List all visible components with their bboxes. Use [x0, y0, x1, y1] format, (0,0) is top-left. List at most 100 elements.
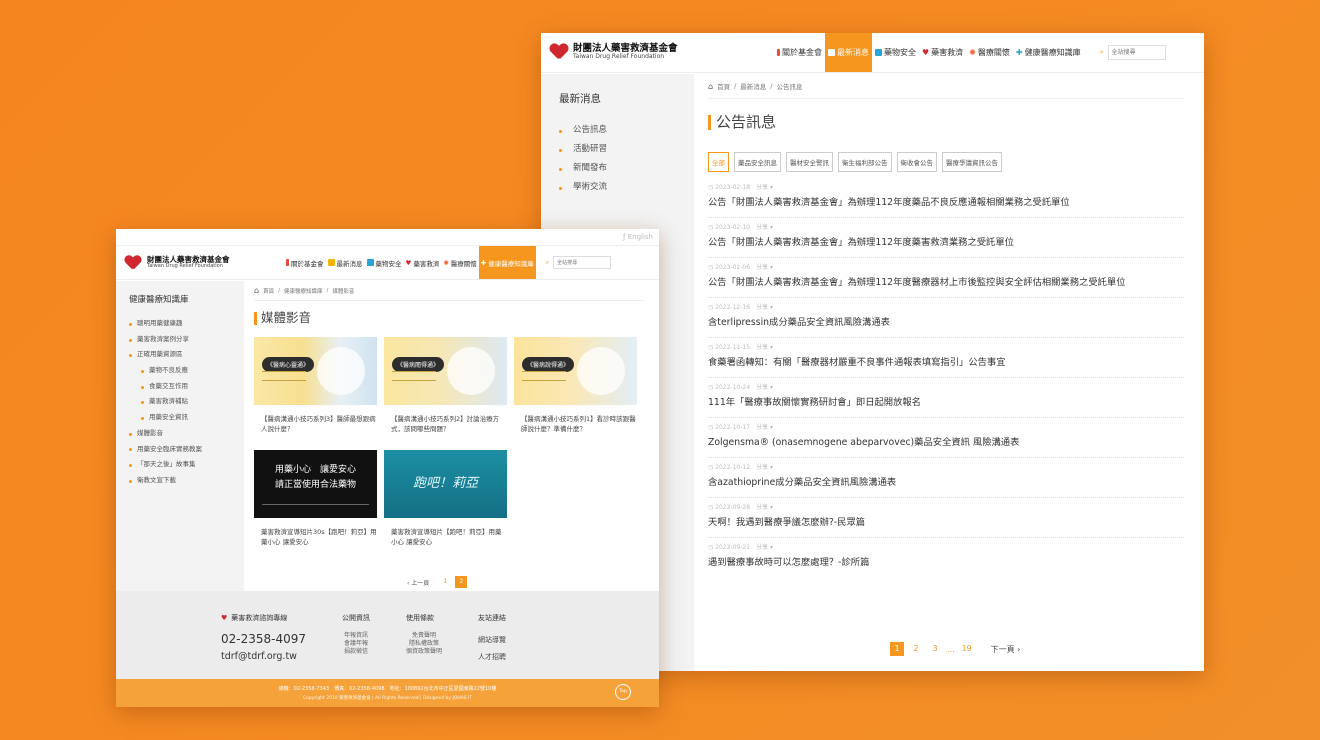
sidebar-item-academic[interactable]: 學術交流 — [559, 178, 694, 197]
share-label[interactable]: 分享 — [756, 304, 768, 311]
back-to-top-button[interactable]: Top — [615, 684, 631, 700]
share-label[interactable]: 分享 — [756, 184, 768, 191]
sidebar-item[interactable]: 正確用藥資源區 — [129, 347, 244, 363]
sidebar-item[interactable]: 聰明用藥健康趣 — [129, 316, 244, 332]
sidebar-item[interactable]: 用藥安全臨床實務教案 — [129, 442, 244, 458]
filter-device-alert[interactable]: 醫材安全警訊 — [786, 152, 833, 172]
filter-mohw[interactable]: 衛生福利部公告 — [838, 152, 892, 172]
video-thumbnail[interactable]: 用藥小心 讓愛安心 請正當使用合法藥物 — [254, 449, 377, 518]
pagination: 1 2 3 ... 19 下一頁 › — [890, 642, 1020, 656]
footer-link[interactable]: 捐款徵信 — [342, 648, 370, 656]
video-thumbnail[interactable]: 《醫病閱得通》 — [384, 336, 507, 405]
sidebar-item-press[interactable]: 新聞發布 — [559, 159, 694, 178]
video-card[interactable]: 跑吧！莉亞 藥害救濟宣導短片【跑吧！莉亞】用藥小心 讓愛安心 — [384, 449, 507, 547]
video-title[interactable]: 【醫病溝通小技巧系列3】醫師最想跟病人說什麼？ — [254, 414, 377, 434]
nav-knowledge-base[interactable]: ✚ 健康醫療知識庫 — [1013, 33, 1084, 72]
share-label[interactable]: 分享 — [756, 464, 768, 471]
site-logo[interactable]: 財團法人藥害救濟基金會 Taiwan Drug Relief Foundation — [550, 44, 774, 60]
nav-medical-care[interactable]: ✺ 醫療關懷 — [966, 33, 1013, 72]
footer-link[interactable]: 人才招聘 — [478, 649, 506, 666]
footer-link[interactable]: 網站導覽 — [478, 632, 506, 649]
filter-all[interactable]: 全部 — [708, 152, 729, 172]
footer-link[interactable]: 年報資訊 — [342, 632, 370, 640]
sidebar-subitem[interactable]: 藥害救濟補貼 — [141, 394, 244, 410]
footer-link[interactable]: 免責聲明 — [406, 632, 442, 640]
page-1[interactable]: 1 — [439, 576, 451, 588]
filter-dispute[interactable]: 醫療爭議資訊公告 — [942, 152, 1002, 172]
nav-knowledge-base[interactable]: ✚ 健康醫療知識庫 — [478, 246, 536, 279]
video-thumbnail[interactable]: 《醫病心靈通》 — [254, 336, 377, 405]
site-logo[interactable]: 財團法人藥害救濟基金會 Taiwan Drug Relief Foundation — [124, 255, 284, 271]
video-title[interactable]: 【醫病溝通小技巧系列1】看診時該跟醫師說什麼？準備什麼？ — [514, 414, 637, 434]
nav-drug-relief[interactable]: ♥ 藥害救濟 — [919, 33, 966, 72]
sidebar-item-workshops[interactable]: 活動研習 — [559, 140, 694, 159]
sidebar-subitem[interactable]: 食藥交互作用 — [141, 379, 244, 395]
news-item[interactable]: ◷ 2023-02-10 分享 ▾ 公告「財團法人藥害救濟基金會」為辦理112年度… — [708, 218, 1184, 258]
home-icon[interactable]: ⌂ — [708, 82, 713, 91]
video-title[interactable]: 藥害救濟宣導短片30s【跑吧！莉亞】用藥小心 讓愛安心 — [254, 527, 377, 547]
nav-drug-safety[interactable]: 藥物安全 — [872, 33, 919, 72]
filter-committee[interactable]: 衛收會公告 — [896, 152, 937, 172]
filter-drug-safety[interactable]: 藥品安全訊息 — [734, 152, 781, 172]
footer-link[interactable]: 會議年報 — [342, 640, 370, 648]
sidebar-item[interactable]: 藥害救濟案例分享 — [129, 332, 244, 348]
page-1[interactable]: 1 — [890, 642, 904, 656]
news-item[interactable]: ◷ 2022-09-21 分享 ▾ 遇到醫療事故時可以怎麼處理？-診所篇 — [708, 538, 1184, 577]
video-title[interactable]: 【醫病溝通小技巧系列2】討論治療方式，該問哪些問題？ — [384, 414, 507, 434]
video-thumbnail[interactable]: 《醫病說得通》 — [514, 336, 637, 405]
search-input[interactable] — [1107, 45, 1166, 60]
share-label[interactable]: 分享 — [756, 344, 768, 351]
video-thumbnail[interactable]: 跑吧！莉亞 — [384, 449, 507, 518]
hotline-phone[interactable]: 02-2358-4097 — [221, 632, 306, 646]
nav-medical-care[interactable]: ✺ 醫療關懷 — [441, 246, 478, 279]
share-label[interactable]: 分享 — [756, 384, 768, 391]
search-icon[interactable]: ⌕ — [1100, 48, 1104, 57]
language-switch[interactable]: English — [628, 233, 653, 241]
search-input[interactable] — [553, 256, 612, 269]
sidebar-subitem[interactable]: 藥物不良反應 — [141, 363, 244, 379]
next-page-button[interactable]: 下一頁 › — [991, 644, 1021, 655]
page-2[interactable]: 2 — [909, 642, 923, 656]
news-item[interactable]: ◷ 2022-12-16 分享 ▾ 含terlipressin成分藥品安全資訊風險… — [708, 298, 1184, 338]
nav-about[interactable]: 關於基金會 — [774, 33, 825, 72]
sidebar-item[interactable]: 衛教文宣下載 — [129, 473, 244, 489]
footer-link[interactable]: 隱私權政策 — [406, 640, 442, 648]
footer-link[interactable]: 個資政策聲明 — [406, 648, 442, 656]
page-3[interactable]: 3 — [928, 642, 942, 656]
sidebar-item[interactable]: 「那天之後」故事集 — [129, 457, 244, 473]
video-card[interactable]: 《醫病說得通》 【醫病溝通小技巧系列1】看診時該跟醫師說什麼？準備什麼？ — [514, 336, 637, 434]
video-title[interactable]: 藥害救濟宣導短片【跑吧！莉亞】用藥小心 讓愛安心 — [384, 527, 507, 547]
news-item[interactable]: ◷ 2022-11-15 分享 ▾ 食藥署函轉知：有關「醫療器材嚴重不良事件通報表… — [708, 338, 1184, 378]
prev-page-button[interactable]: ‹ 上一頁 — [407, 578, 429, 587]
news-item[interactable]: ◷ 2022-10-24 分享 ▾ 111年「醫療事故關懷實務研討會」即日起開放報… — [708, 378, 1184, 418]
news-item[interactable]: ◷ 2022-09-28 分享 ▾ 天啊！我遇到醫療爭議怎麼辦?-民眾篇 — [708, 498, 1184, 538]
share-label[interactable]: 分享 — [756, 504, 768, 511]
share-label[interactable]: 分享 — [756, 424, 768, 431]
clock-icon: ◷ — [708, 264, 714, 271]
search-icon[interactable]: ⌕ — [546, 259, 549, 267]
sidebar-subitem[interactable]: 用藥安全資訊 — [141, 410, 244, 426]
main-nav: 關於基金會 最新消息 藥物安全 ♥ 藥害救濟 ✺ 醫療關懷 ✚ 健康醫療知識庫 — [774, 33, 1084, 72]
news-item[interactable]: ◷ 2022-10-17 分享 ▾ Zolgensma® (onasemnogen… — [708, 418, 1184, 458]
nav-news[interactable]: 最新消息 — [825, 33, 872, 72]
share-label[interactable]: 分享 — [756, 544, 768, 551]
video-card[interactable]: 《醫病心靈通》 【醫病溝通小技巧系列3】醫師最想跟病人說什麼？ — [254, 336, 377, 434]
sidebar-item[interactable]: 媒體影音 — [129, 426, 244, 442]
video-card[interactable]: 《醫病閱得通》 【醫病溝通小技巧系列2】討論治療方式，該問哪些問題？ — [384, 336, 507, 434]
news-item[interactable]: ◷ 2023-02-18 分享 ▾ 公告「財團法人藥害救濟基金會」為辦理112年度… — [708, 178, 1184, 218]
news-item[interactable]: ◷ 2023-02-06 分享 ▾ 公告「財團法人藥害救濟基金會」為辦理112年度… — [708, 258, 1184, 298]
share-label[interactable]: 分享 — [756, 264, 768, 271]
nav-about[interactable]: 關於基金會 — [284, 246, 326, 279]
site-footer: ♥ 藥害救濟諮詢專線 02-2358-4097 tdrf@tdrf.org.tw … — [116, 591, 659, 679]
video-card[interactable]: 用藥小心 讓愛安心 請正當使用合法藥物 藥害救濟宣導短片30s【跑吧！莉亞】用藥小… — [254, 449, 377, 547]
news-item[interactable]: ◷ 2022-10-12 分享 ▾ 含azathioprine成分藥品安全資訊風險… — [708, 458, 1184, 498]
page-2[interactable]: 2 — [455, 576, 468, 588]
share-label[interactable]: 分享 — [756, 224, 768, 231]
contact-email[interactable]: tdrf@tdrf.org.tw — [221, 651, 306, 662]
page-last[interactable]: 19 — [960, 642, 974, 656]
nav-drug-relief[interactable]: ♥ 藥害救濟 — [404, 246, 442, 279]
nav-drug-safety[interactable]: 藥物安全 — [365, 246, 404, 279]
nav-news[interactable]: 最新消息 — [326, 246, 365, 279]
sidebar-item-announcements[interactable]: 公告訊息 — [559, 121, 694, 140]
home-icon[interactable]: ⌂ — [254, 286, 259, 295]
